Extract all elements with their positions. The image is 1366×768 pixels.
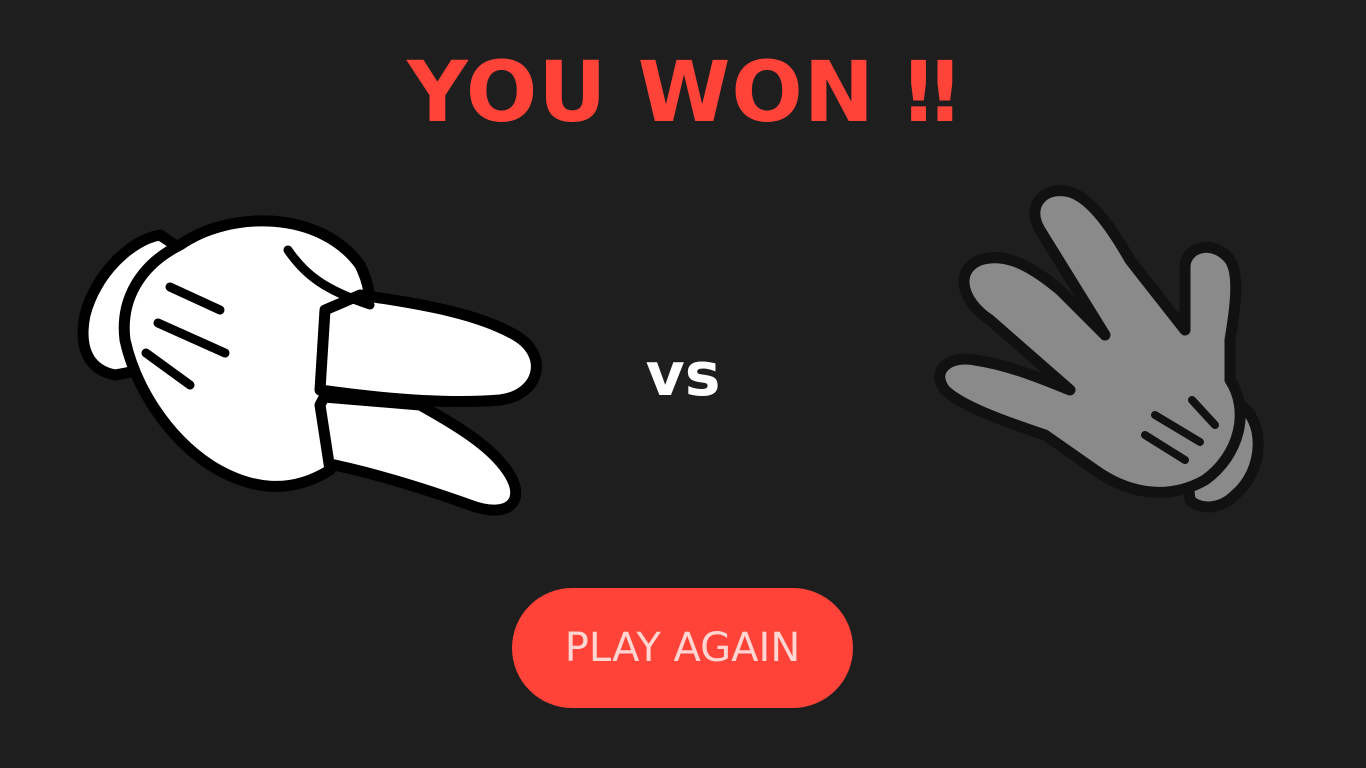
versus-label: vs [645, 340, 721, 410]
result-title: YOU WON ‼ [407, 43, 959, 141]
game-screen: YOU WON ‼ vs PLAY AGAIN [0, 0, 1366, 768]
play-again-button[interactable]: PLAY AGAIN [512, 588, 853, 708]
scissors-hand-icon [77, 215, 542, 516]
paper-hand-icon [934, 185, 1264, 513]
